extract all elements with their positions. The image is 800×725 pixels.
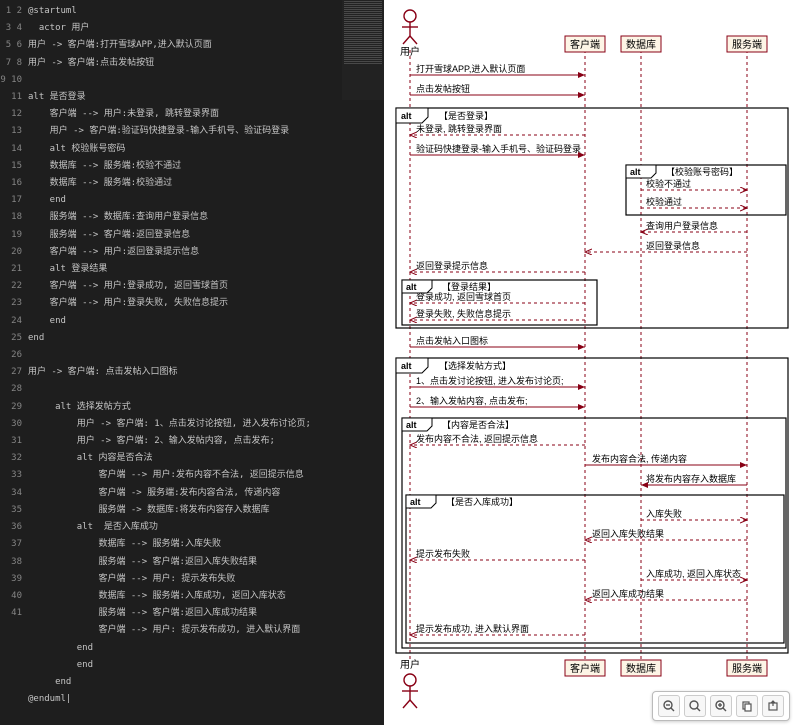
svg-text:2、输入发帖内容, 点击发布;: 2、输入发帖内容, 点击发布; — [416, 395, 528, 406]
svg-text:alt: alt — [401, 361, 412, 371]
svg-text:未登录, 跳转登录界面: 未登录, 跳转登录界面 — [416, 123, 502, 134]
export-button[interactable] — [762, 695, 784, 717]
sequence-diagram: 用户 客户端 数据库 服务端 打开雪球APP,进入默认页面 点击发帖按钮 alt… — [384, 0, 800, 725]
diagram-pane: 用户 客户端 数据库 服务端 打开雪球APP,进入默认页面 点击发帖按钮 alt… — [384, 0, 800, 725]
svg-text:数据库: 数据库 — [626, 38, 656, 51]
svg-text:查询用户登录信息: 查询用户登录信息 — [646, 220, 718, 231]
svg-text:返回入库成功结果: 返回入库成功结果 — [592, 588, 664, 599]
svg-text:【校验账号密码】: 【校验账号密码】 — [666, 166, 738, 177]
zoom-fit-button[interactable] — [684, 695, 706, 717]
svg-text:服务端: 服务端 — [732, 38, 762, 51]
svg-text:alt: alt — [406, 420, 417, 430]
svg-text:将发布内容存入数据库: 将发布内容存入数据库 — [646, 473, 736, 484]
actor-db-top: 数据库 — [621, 36, 661, 52]
actor-user-bottom: 用户 — [400, 658, 420, 708]
svg-text:【登录结果】: 【登录结果】 — [442, 281, 496, 292]
svg-text:打开雪球APP,进入默认页面: 打开雪球APP,进入默认页面 — [416, 63, 525, 74]
copy-button[interactable] — [736, 695, 758, 717]
actor-server-top: 服务端 — [727, 36, 767, 52]
zoom-out-button[interactable] — [658, 695, 680, 717]
svg-text:【是否登录】: 【是否登录】 — [439, 111, 493, 121]
svg-text:提示发布成功, 进入默认界面: 提示发布成功, 进入默认界面 — [416, 623, 529, 634]
svg-text:alt: alt — [406, 282, 417, 292]
svg-text:发布内容不合法, 返回提示信息: 发布内容不合法, 返回提示信息 — [416, 433, 538, 444]
svg-text:【是否入库成功】: 【是否入库成功】 — [446, 496, 518, 507]
svg-text:校验不通过: 校验不通过 — [646, 178, 691, 189]
svg-text:登录失败, 失败信息提示: 登录失败, 失败信息提示 — [416, 308, 511, 319]
actor-user-top: 用户 — [400, 10, 420, 58]
svg-text:【选择发帖方式】: 【选择发帖方式】 — [439, 360, 511, 371]
svg-text:用户: 用户 — [400, 658, 420, 671]
svg-text:登录成功, 返回雪球首页: 登录成功, 返回雪球首页 — [416, 291, 511, 302]
svg-text:校验通过: 校验通过 — [646, 196, 682, 207]
svg-text:验证码快捷登录-输入手机号、验证码登录: 验证码快捷登录-输入手机号、验证码登录 — [416, 143, 581, 154]
svg-text:服务端: 服务端 — [732, 662, 762, 675]
actor-client-bottom: 客户端 — [565, 660, 605, 676]
zoom-in-button[interactable] — [710, 695, 732, 717]
minimap[interactable] — [342, 0, 384, 100]
svg-text:用户: 用户 — [400, 45, 420, 58]
svg-text:入库失败: 入库失败 — [646, 508, 682, 519]
svg-text:点击发帖入口图标: 点击发帖入口图标 — [416, 335, 488, 346]
svg-text:数据库: 数据库 — [626, 662, 656, 675]
svg-text:返回登录信息: 返回登录信息 — [646, 240, 700, 251]
actor-server-bottom: 服务端 — [727, 660, 767, 676]
actor-client-top: 客户端 — [565, 36, 605, 52]
svg-text:alt: alt — [401, 111, 412, 121]
svg-text:【内容是否合法】: 【内容是否合法】 — [442, 419, 514, 430]
svg-text:客户端: 客户端 — [570, 662, 600, 675]
svg-text:入库成功, 返回入库状态: 入库成功, 返回入库状态 — [646, 568, 741, 579]
svg-text:alt: alt — [630, 167, 641, 177]
svg-text:返回登录提示信息: 返回登录提示信息 — [416, 260, 488, 271]
code-editor[interactable]: @startuml actor 用户 用户 -> 客户端:打开雪球APP,进入默… — [28, 0, 384, 725]
actor-db-bottom: 数据库 — [621, 660, 661, 676]
svg-text:提示发布失败: 提示发布失败 — [416, 548, 470, 559]
diagram-toolbar — [652, 691, 790, 721]
svg-text:1、点击发讨论按钮, 进入发布讨论页;: 1、点击发讨论按钮, 进入发布讨论页; — [416, 375, 564, 386]
line-number-gutter: 1 2 3 4 5 6 7 8 9 10 11 12 13 14 15 16 1… — [0, 0, 28, 725]
svg-text:返回入库失败结果: 返回入库失败结果 — [592, 528, 664, 539]
svg-text:发布内容合法, 传递内容: 发布内容合法, 传递内容 — [592, 453, 687, 464]
code-editor-pane: 1 2 3 4 5 6 7 8 9 10 11 12 13 14 15 16 1… — [0, 0, 384, 725]
svg-text:客户端: 客户端 — [570, 38, 600, 51]
svg-text:点击发帖按钮: 点击发帖按钮 — [416, 83, 470, 94]
svg-text:alt: alt — [410, 497, 421, 507]
